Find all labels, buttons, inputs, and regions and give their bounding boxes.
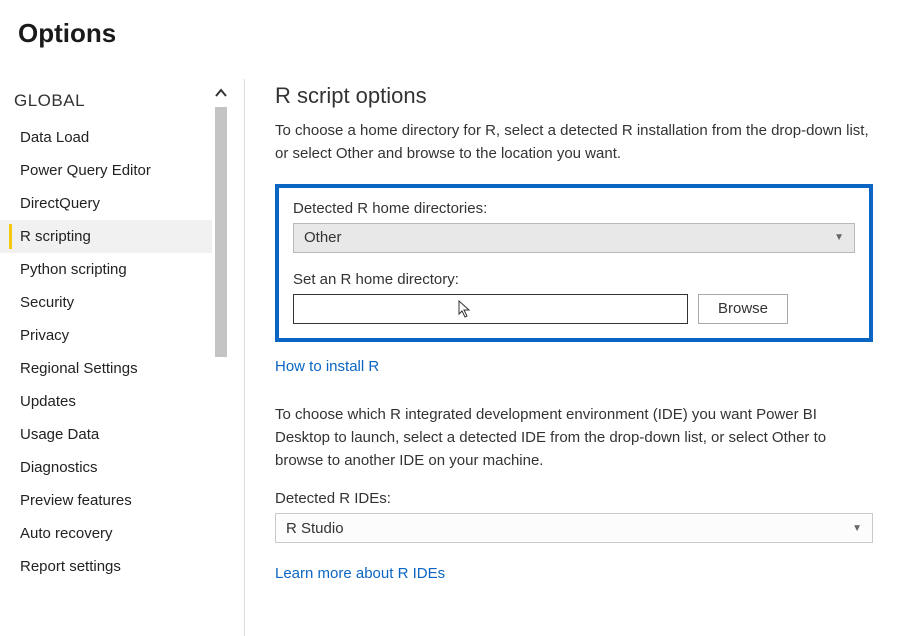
set-home-label: Set an R home directory: — [293, 271, 855, 288]
sidebar-item-regional-settings[interactable]: Regional Settings — [0, 352, 212, 385]
install-r-link[interactable]: How to install R — [275, 358, 379, 375]
detected-ide-value: R Studio — [286, 520, 344, 537]
section-description-1: To choose a home directory for R, select… — [275, 119, 873, 166]
scroll-thumb[interactable] — [215, 107, 227, 357]
sidebar-item-directquery[interactable]: DirectQuery — [0, 187, 212, 220]
sidebar-item-preview-features[interactable]: Preview features — [0, 484, 212, 517]
detected-home-label: Detected R home directories: — [293, 200, 855, 217]
sidebar-item-power-query-editor[interactable]: Power Query Editor — [0, 154, 212, 187]
highlight-box: Detected R home directories: Other ▼ Set… — [275, 184, 873, 342]
detected-ide-select[interactable]: R Studio ▼ — [275, 513, 873, 543]
detected-home-value: Other — [304, 229, 342, 246]
sidebar-item-python-scripting[interactable]: Python scripting — [0, 253, 212, 286]
section-title: R script options — [275, 83, 873, 109]
sidebar-item-security[interactable]: Security — [0, 286, 212, 319]
main-panel: R script options To choose a home direct… — [275, 79, 901, 636]
detected-ide-label: Detected R IDEs: — [275, 490, 873, 507]
sidebar-scrollbar[interactable] — [212, 79, 230, 636]
section-description-2: To choose which R integrated development… — [275, 403, 873, 473]
sidebar-section-header: GLOBAL — [0, 87, 212, 121]
sidebar-nav: GLOBAL Data Load Power Query Editor Dire… — [0, 79, 212, 636]
sidebar-item-data-load[interactable]: Data Load — [0, 121, 212, 154]
sidebar-item-diagnostics[interactable]: Diagnostics — [0, 451, 212, 484]
sidebar-item-privacy[interactable]: Privacy — [0, 319, 212, 352]
sidebar-item-report-settings[interactable]: Report settings — [0, 550, 212, 583]
learn-ide-link[interactable]: Learn more about R IDEs — [275, 565, 445, 582]
sidebar-item-usage-data[interactable]: Usage Data — [0, 418, 212, 451]
caret-down-icon: ▼ — [834, 232, 844, 243]
vertical-divider — [244, 79, 245, 636]
sidebar-item-r-scripting[interactable]: R scripting — [0, 220, 212, 253]
detected-home-select[interactable]: Other ▼ — [293, 223, 855, 253]
sidebar-item-auto-recovery[interactable]: Auto recovery — [0, 517, 212, 550]
browse-button[interactable]: Browse — [698, 294, 788, 324]
scroll-up-icon[interactable] — [212, 87, 230, 101]
dialog-title: Options — [0, 0, 901, 49]
caret-down-icon: ▼ — [852, 523, 862, 534]
sidebar-item-updates[interactable]: Updates — [0, 385, 212, 418]
home-directory-input[interactable] — [293, 294, 688, 324]
